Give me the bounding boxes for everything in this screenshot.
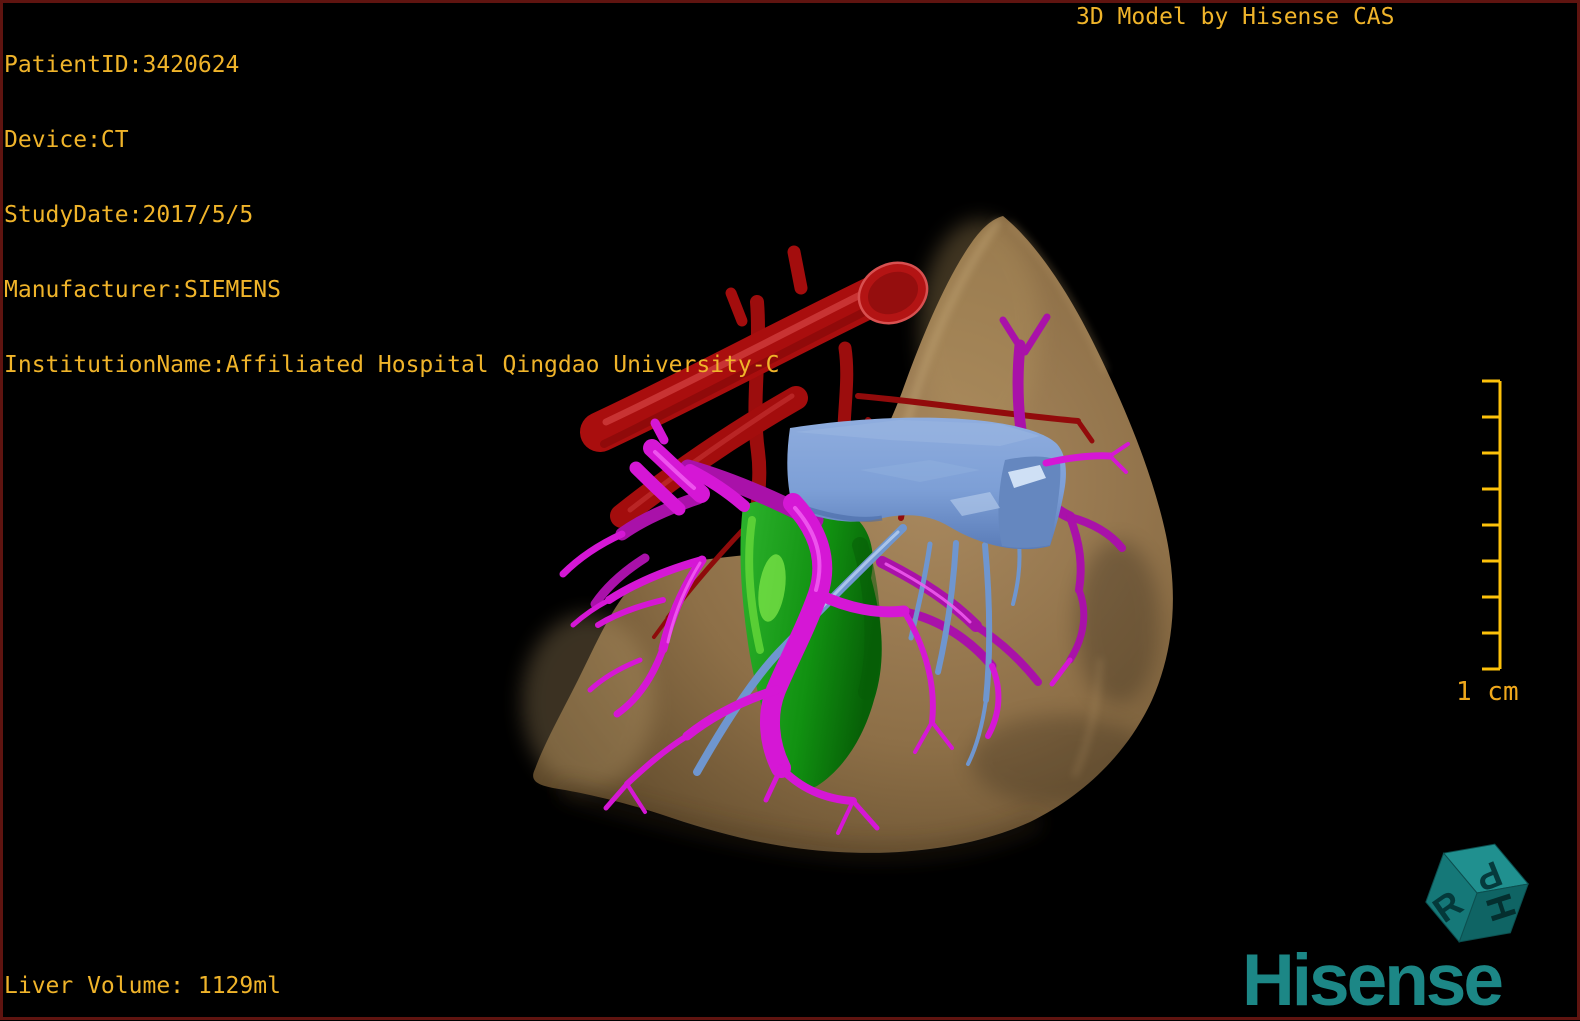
scale-bar-label: 1 cm (1456, 677, 1519, 707)
patient-id-text: PatientID:3420624 (4, 52, 240, 78)
institution-text: InstitutionName:Affiliated Hospital Qing… (4, 352, 780, 378)
liver-volume-readout: Liver Volume: 1129ml (4, 973, 281, 999)
device-text: Device:CT (4, 127, 129, 153)
patient-info-block: PatientID:3420624 Device:CT StudyDate:20… (4, 3, 779, 403)
study-date-text: StudyDate:2017/5/5 (4, 202, 254, 228)
manufacturer-text: Manufacturer:SIEMENS (4, 277, 281, 303)
hisense-cas-3d-window: { "patient_info": { "lines": [ "PatientI… (0, 0, 1580, 1020)
hisense-wordmark: Hisense (1242, 940, 1504, 1021)
scale-bar (1482, 379, 1502, 671)
model-watermark-title: 3D Model by Hisense CAS (1076, 4, 1395, 30)
